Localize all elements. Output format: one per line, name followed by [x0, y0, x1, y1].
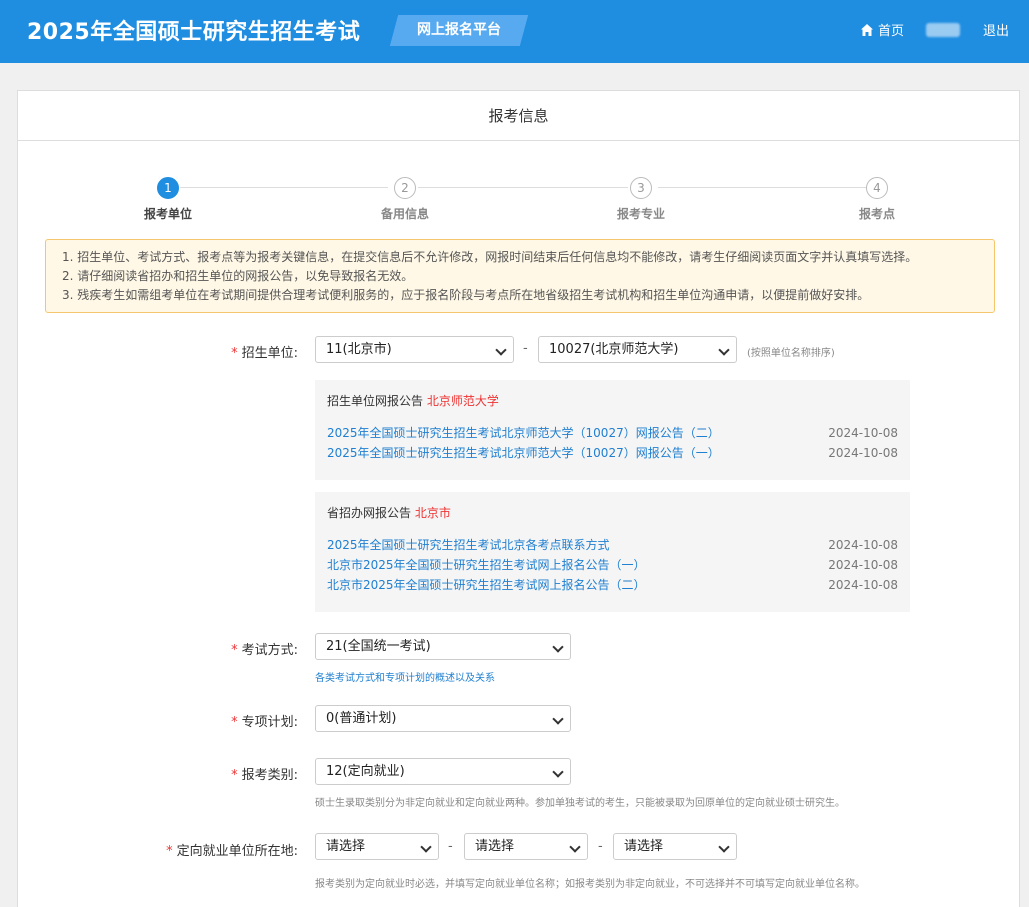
announcement-link[interactable]: 2025年全国硕士研究生招生考试北京师范大学（10027）网报公告（一） — [327, 443, 720, 463]
unit-announcement-title: 招生单位网报公告 北京师范大学 — [327, 394, 499, 408]
category-hint: 硕士生录取类别分为非定向就业和定向就业两种。参加单独考试的考生，只能被录取为回原… — [315, 798, 845, 809]
list-item: 北京市2025年全国硕士研究生招生考试网上报名公告（二） 2024-10-08 — [327, 575, 898, 595]
unit-sort-hint: (按照单位名称排序) — [747, 348, 835, 359]
announcement-date: 2024-10-08 — [828, 578, 898, 592]
notice-line: 1. 招生单位、考试方式、报考点等为报考关键信息，在提交信息后不允许修改，网报时… — [62, 250, 918, 264]
employer-location-hint: 报考类别为定向就业时必选，并填写定向就业单位名称；如报考类别为非定向就业，不可选… — [315, 879, 865, 890]
required-star: * — [231, 768, 238, 783]
step-number: 2 — [394, 177, 416, 199]
unit-province-select[interactable]: 11(北京市) — [315, 336, 514, 363]
nav-home-label: 首页 — [878, 24, 905, 39]
page-title: 2025年全国硕士研究生招生考试 — [27, 20, 361, 45]
registration-card: 报考信息 1 报考单位 2 备用信息 3 报考专业 4 报考点 1. 招生单位、… — [17, 90, 1020, 907]
chevron-down-icon — [718, 344, 730, 356]
required-star: * — [166, 844, 173, 859]
special-plan-label: * 专项计划: — [231, 715, 298, 730]
user-name-blurred — [926, 23, 960, 37]
step-2: 2 备用信息 — [360, 177, 450, 222]
step-label: 报考点 — [858, 207, 895, 221]
chevron-down-icon — [420, 841, 432, 853]
category-label: * 报考类别: — [231, 768, 298, 783]
top-header: 2025年全国硕士研究生招生考试 网上报名平台 首页 退出 — [0, 0, 1029, 63]
notice-box: 1. 招生单位、考试方式、报考点等为报考关键信息，在提交信息后不允许修改，网报时… — [45, 239, 995, 313]
employer-location-label: * 定向就业单位所在地: — [166, 844, 298, 859]
list-item: 2025年全国硕士研究生招生考试北京师范大学（10027）网报公告（一） 202… — [327, 443, 898, 463]
step-3: 3 报考专业 — [596, 177, 686, 222]
announcement-date: 2024-10-08 — [828, 446, 898, 460]
employer-province-select[interactable]: 请选择 — [315, 833, 439, 860]
chevron-down-icon — [552, 766, 564, 778]
announcement-date: 2024-10-08 — [828, 558, 898, 572]
separator-dash: - — [523, 341, 528, 356]
announcement-date: 2024-10-08 — [828, 538, 898, 552]
home-icon — [861, 23, 873, 36]
unit-label: * 招生单位: — [231, 346, 298, 361]
announcement-link[interactable]: 2025年全国硕士研究生招生考试北京各考点联系方式 — [327, 535, 610, 555]
step-label: 备用信息 — [380, 207, 429, 221]
category-select[interactable]: 12(定向就业) — [315, 758, 571, 785]
step-1: 1 报考单位 — [123, 177, 213, 222]
chevron-down-icon — [718, 841, 730, 853]
step-number: 4 — [866, 177, 888, 199]
announcement-link[interactable]: 北京市2025年全国硕士研究生招生考试网上报名公告（一） — [327, 555, 646, 575]
step-label: 报考专业 — [616, 207, 665, 221]
notice-line: 3. 残疾考生如需组考单位在考试期间提供合理考试便利服务的，应于报名阶段与考点所… — [62, 288, 870, 302]
list-item: 2025年全国硕士研究生招生考试北京各考点联系方式 2024-10-08 — [327, 535, 898, 555]
separator-dash: - — [448, 839, 453, 854]
separator-dash: - — [598, 839, 603, 854]
unit-school-select[interactable]: 10027(北京师范大学) — [538, 336, 737, 363]
chevron-down-icon — [552, 641, 564, 653]
card-title: 报考信息 — [18, 91, 1019, 141]
list-item: 北京市2025年全国硕士研究生招生考试网上报名公告（一） 2024-10-08 — [327, 555, 898, 575]
notice-line: 2. 请仔细阅读省招办和招生单位的网报公告，以免导致报名无效。 — [62, 269, 414, 283]
province-announcement-title: 省招办网报公告 北京市 — [327, 506, 451, 520]
exam-mode-help-link[interactable]: 各类考试方式和专项计划的概述以及关系 — [315, 669, 495, 684]
announcement-date: 2024-10-08 — [828, 426, 898, 440]
chevron-down-icon — [495, 344, 507, 356]
announcement-link[interactable]: 2025年全国硕士研究生招生考试北京师范大学（10027）网报公告（二） — [327, 423, 720, 443]
unit-announcement-box: 招生单位网报公告 北京师范大学 2025年全国硕士研究生招生考试北京师范大学（1… — [315, 380, 910, 480]
exam-mode-label: * 考试方式: — [231, 643, 298, 658]
step-number: 1 — [157, 177, 179, 199]
step-label: 报考单位 — [143, 207, 192, 221]
nav-home-link[interactable]: 首页 — [860, 20, 904, 39]
step-4: 4 报考点 — [832, 177, 922, 222]
platform-tag: 网上报名平台 — [417, 22, 501, 38]
exam-mode-select[interactable]: 21(全国统一考试) — [315, 633, 571, 660]
province-announcement-box: 省招办网报公告 北京市 2025年全国硕士研究生招生考试北京各考点联系方式 20… — [315, 492, 910, 612]
chevron-down-icon — [569, 841, 581, 853]
special-plan-select[interactable]: 0(普通计划) — [315, 705, 571, 732]
logout-link[interactable]: 退出 — [983, 20, 1009, 39]
employer-city-select[interactable]: 请选择 — [464, 833, 588, 860]
step-number: 3 — [630, 177, 652, 199]
required-star: * — [231, 643, 238, 658]
employer-district-select[interactable]: 请选择 — [613, 833, 737, 860]
required-star: * — [231, 346, 238, 361]
announcement-link[interactable]: 北京市2025年全国硕士研究生招生考试网上报名公告（二） — [327, 575, 646, 595]
chevron-down-icon — [552, 713, 564, 725]
list-item: 2025年全国硕士研究生招生考试北京师范大学（10027）网报公告（二） 202… — [327, 423, 898, 443]
required-star: * — [231, 715, 238, 730]
